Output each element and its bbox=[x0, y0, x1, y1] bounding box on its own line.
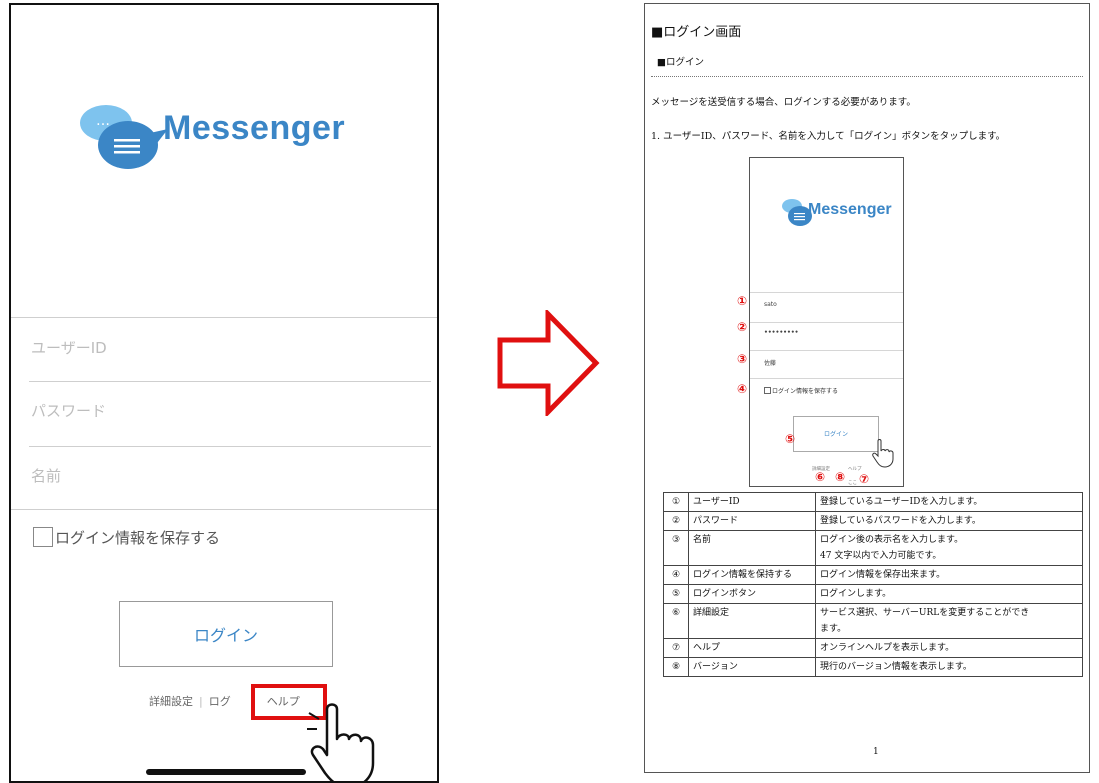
row-description: ログイン後の表示名を入力します。 47 文字以内で入力可能です。 bbox=[815, 530, 1083, 566]
row-number: ⑥ bbox=[663, 603, 689, 639]
row-item: ユーザーID bbox=[688, 492, 816, 512]
divider bbox=[750, 350, 903, 351]
row-description: ログイン情報を保存出来ます。 bbox=[815, 565, 1083, 585]
version-label: ここ bbox=[848, 481, 857, 486]
divider bbox=[750, 378, 903, 379]
login-button: ログイン bbox=[793, 416, 879, 452]
callout-5: ⑤ bbox=[785, 432, 796, 446]
table-row: ④ ログイン情報を保持する ログイン情報を保存出来ます。 bbox=[663, 565, 1083, 585]
pointing-hand-icon bbox=[307, 699, 375, 781]
row-number: ⑦ bbox=[663, 638, 689, 658]
name-value: 佐藤 bbox=[764, 360, 777, 367]
row-description-line: サービス選択、サーバーURLを変更することができ bbox=[820, 608, 1030, 618]
save-login-checkbox bbox=[764, 387, 771, 394]
phone-screen: … Messenger ログイン情報を保存する ログイン 詳細設定|ログヘルプ bbox=[9, 3, 439, 783]
user-id-input[interactable] bbox=[29, 323, 423, 373]
divider bbox=[11, 509, 437, 510]
advanced-settings-link[interactable]: 詳細設定 bbox=[149, 693, 193, 709]
row-description: 現行のバージョン情報を表示します。 bbox=[815, 657, 1083, 677]
save-login-checkbox[interactable] bbox=[33, 527, 53, 547]
callout-1: ① bbox=[737, 294, 748, 308]
divider bbox=[750, 322, 903, 323]
callout-3: ③ bbox=[737, 352, 748, 366]
link-separator: | bbox=[199, 695, 203, 708]
divider bbox=[29, 446, 431, 447]
password-input[interactable] bbox=[29, 386, 423, 436]
app-name: Messenger bbox=[808, 201, 892, 218]
row-number: ⑧ bbox=[663, 657, 689, 677]
app-name: Messenger bbox=[163, 109, 346, 147]
row-description-line: 47 文字以内で入力可能です。 bbox=[820, 551, 942, 561]
callout-6: ⑥ bbox=[815, 470, 826, 484]
row-item: パスワード bbox=[688, 511, 816, 531]
row-description-line: ます。 bbox=[820, 624, 847, 634]
row-item: ログインボタン bbox=[688, 584, 816, 604]
password-value: ••••••••• bbox=[764, 329, 799, 336]
step-text: 1. ユーザーID、パスワード、名前を入力して「ログイン」ボタンをタップします。 bbox=[651, 131, 1006, 142]
row-number: ④ bbox=[663, 565, 689, 585]
table-row: ③ 名前 ログイン後の表示名を入力します。 47 文字以内で入力可能です。 bbox=[663, 530, 1083, 566]
table-row: ⑤ ログインボタン ログインします。 bbox=[663, 584, 1083, 604]
row-item: バージョン bbox=[688, 657, 816, 677]
page-number: 1 bbox=[873, 747, 879, 757]
callout-8: ⑧ bbox=[835, 470, 846, 484]
row-description: ログインします。 bbox=[815, 584, 1083, 604]
row-description-line: ログイン後の表示名を入力します。 bbox=[820, 535, 964, 545]
save-login-label: ログイン情報を保存する bbox=[55, 529, 221, 547]
manual-page: ■ログイン画面 ■ログイン メッセージを送受信する場合、ログインする必要がありま… bbox=[644, 3, 1090, 773]
table-row: ② パスワード 登録しているパスワードを入力します。 bbox=[663, 511, 1083, 531]
row-item: ヘルプ bbox=[688, 638, 816, 658]
callout-2: ② bbox=[737, 320, 748, 334]
callout-7: ⑦ bbox=[859, 472, 870, 486]
dotted-divider bbox=[651, 76, 1083, 77]
row-description: オンラインヘルプを表示します。 bbox=[815, 638, 1083, 658]
callout-4: ④ bbox=[737, 382, 748, 396]
svg-text:…: … bbox=[96, 113, 110, 129]
subsection-heading: ■ログイン bbox=[657, 57, 704, 68]
table-row: ⑧ バージョン 現行のバージョン情報を表示します。 bbox=[663, 657, 1083, 677]
row-description-line: オンラインヘルプを表示します。 bbox=[820, 643, 955, 653]
home-indicator[interactable] bbox=[146, 769, 306, 775]
divider bbox=[29, 381, 431, 382]
row-description: サービス選択、サーバーURLを変更することができ ます。 bbox=[815, 603, 1083, 639]
table-row: ⑥ 詳細設定 サービス選択、サーバーURLを変更することができ ます。 bbox=[663, 603, 1083, 639]
table-row: ① ユーザーID 登録しているユーザーIDを入力します。 bbox=[663, 492, 1083, 512]
login-button[interactable]: ログイン bbox=[119, 601, 333, 667]
user-id-value: sato bbox=[764, 301, 777, 308]
row-description-line: 登録しているユーザーIDを入力します。 bbox=[820, 497, 983, 507]
row-description: 登録しているユーザーIDを入力します。 bbox=[815, 492, 1083, 512]
row-description-line: 現行のバージョン情報を表示します。 bbox=[820, 662, 972, 672]
save-login-label: ログイン情報を保存する bbox=[772, 388, 839, 395]
row-description-line: ログイン情報を保存出来ます。 bbox=[820, 570, 946, 580]
row-description-line: ログインします。 bbox=[820, 589, 892, 599]
row-description-line: 登録しているパスワードを入力します。 bbox=[820, 516, 981, 526]
row-item: 名前 bbox=[688, 530, 816, 566]
item-description-table: ① ユーザーID 登録しているユーザーIDを入力します。 ② パスワード 登録しているパス… bbox=[663, 492, 1083, 677]
screenshot-thumbnail: Messenger sato ••••••••• 佐藤 ログイン情報を保存する … bbox=[749, 157, 904, 487]
row-item: 詳細設定 bbox=[688, 603, 816, 639]
section-heading: ■ログイン画面 bbox=[651, 25, 742, 40]
right-arrow-icon bbox=[497, 310, 600, 416]
divider bbox=[750, 292, 903, 293]
row-number: ② bbox=[663, 511, 689, 531]
row-item: ログイン情報を保持する bbox=[688, 565, 816, 585]
intro-text: メッセージを送受信する場合、ログインする必要があります。 bbox=[651, 97, 916, 108]
row-number: ③ bbox=[663, 530, 689, 566]
row-number: ① bbox=[663, 492, 689, 512]
pointing-hand-icon bbox=[872, 439, 894, 468]
table-row: ⑦ ヘルプ オンラインヘルプを表示します。 bbox=[663, 638, 1083, 658]
row-description: 登録しているパスワードを入力します。 bbox=[815, 511, 1083, 531]
name-input[interactable] bbox=[29, 451, 423, 501]
row-number: ⑤ bbox=[663, 584, 689, 604]
divider bbox=[11, 317, 437, 318]
log-link[interactable]: ログ bbox=[209, 693, 231, 709]
